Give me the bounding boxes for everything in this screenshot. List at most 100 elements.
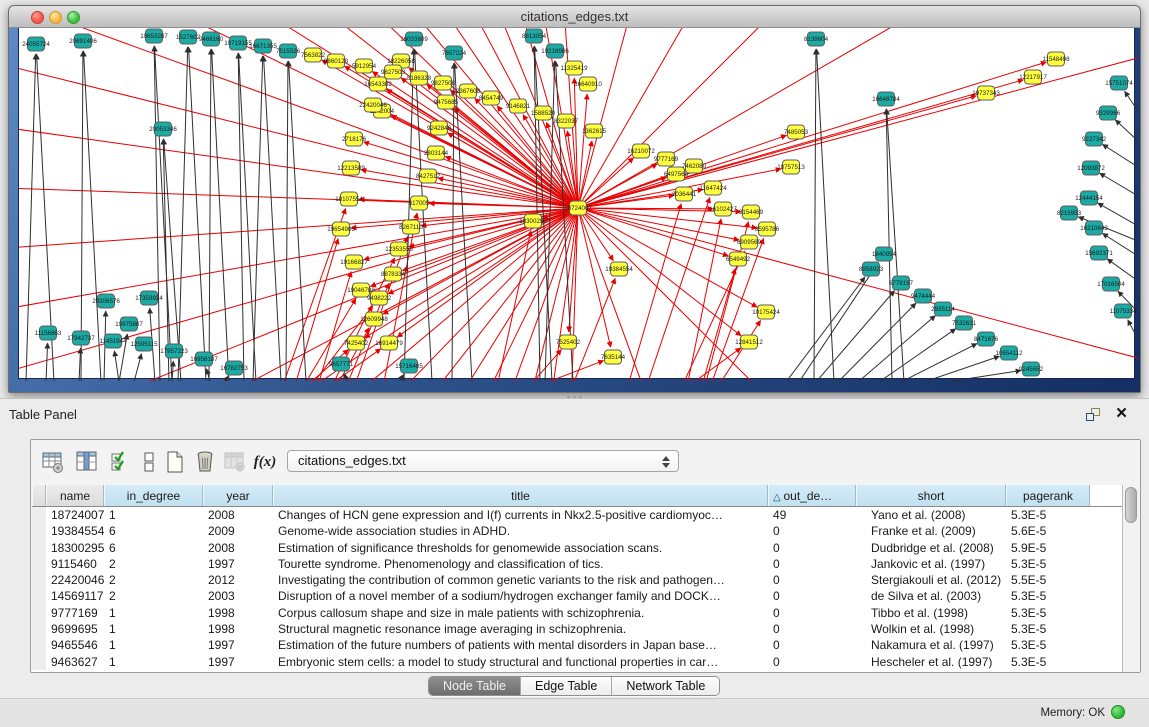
edge[interactable] xyxy=(946,371,1021,381)
selected-edge[interactable] xyxy=(19,163,578,208)
selected-edge[interactable] xyxy=(578,208,611,347)
graph-node-label: 11156863 xyxy=(35,330,62,337)
selected-edge[interactable] xyxy=(578,62,1046,208)
column-header-title[interactable]: title xyxy=(273,485,768,506)
edge[interactable] xyxy=(224,376,228,381)
edge[interactable] xyxy=(858,316,935,381)
graph-node-label: 6779197 xyxy=(889,280,914,287)
column-header-out_de[interactable]: △ out_de… xyxy=(768,485,856,506)
selected-edge[interactable] xyxy=(364,142,578,208)
scrollbar-thumb[interactable] xyxy=(1125,487,1137,523)
delete-attribute-button[interactable] xyxy=(191,448,219,476)
edge[interactable] xyxy=(172,361,173,381)
edge[interactable] xyxy=(344,373,347,381)
float-panel-icon[interactable] xyxy=(1086,408,1102,422)
cell-year: 2012 xyxy=(203,572,273,588)
column-header-pagerank[interactable]: pagerank xyxy=(1006,485,1090,506)
graph-node-label: 18226058 xyxy=(387,58,415,65)
selected-edge[interactable] xyxy=(578,208,741,336)
edge[interactable] xyxy=(404,49,414,381)
cell-title: Estimation of significance thresholds fo… xyxy=(273,540,768,556)
graph-node-label: 1527602 xyxy=(176,34,201,41)
window-titlebar[interactable]: citations_edges.txt xyxy=(9,6,1140,28)
cell-year: 2008 xyxy=(203,540,273,556)
edge[interactable] xyxy=(264,56,281,381)
row-options-button[interactable] xyxy=(135,448,163,476)
graph-node-label: 16033809 xyxy=(400,36,428,43)
edge[interactable] xyxy=(1100,173,1138,196)
column-header-in_degree[interactable]: in_degree xyxy=(104,485,203,506)
edge[interactable] xyxy=(209,49,211,381)
selected-edge[interactable] xyxy=(721,320,761,381)
table-row[interactable]: 911546021997Tourette syndrome. Phenomeno… xyxy=(32,556,1122,572)
table-row[interactable]: 1938455462009Genome-wide association stu… xyxy=(32,523,1122,539)
table-settings-button[interactable] xyxy=(39,448,67,476)
edge[interactable] xyxy=(1115,120,1138,141)
edge[interactable] xyxy=(799,262,878,381)
delete-table-button-disabled xyxy=(221,448,249,476)
edge[interactable] xyxy=(212,49,229,381)
node-table[interactable]: namein_degreeyeartitle△ out_de…shortpage… xyxy=(32,485,1122,672)
close-panel-icon[interactable]: × xyxy=(1116,401,1127,427)
edge[interactable] xyxy=(79,348,81,381)
column-header-year[interactable]: year xyxy=(203,485,273,506)
edge[interactable] xyxy=(1098,203,1138,226)
edge[interactable] xyxy=(114,351,119,381)
selected-edge[interactable] xyxy=(356,236,408,381)
edge[interactable] xyxy=(253,56,263,381)
tab-edge-table[interactable]: Edge Table xyxy=(521,677,612,695)
edge[interactable] xyxy=(286,61,288,381)
edge[interactable] xyxy=(289,61,306,381)
selected-edge[interactable] xyxy=(574,278,615,381)
cell-pagerank: 5.3E-5 xyxy=(1006,556,1090,572)
selected-edge[interactable] xyxy=(578,164,657,208)
edge[interactable] xyxy=(814,49,816,381)
selected-edge[interactable] xyxy=(578,208,1138,381)
tab-node-table[interactable]: Node Table xyxy=(429,677,521,695)
table-row[interactable]: 1872400712008Changes of HCN gene express… xyxy=(32,507,1122,523)
selected-edge[interactable] xyxy=(578,208,1138,381)
edge[interactable] xyxy=(178,47,188,381)
edge[interactable] xyxy=(924,356,1000,381)
show-columns-button[interactable] xyxy=(73,448,101,476)
selected-edge[interactable] xyxy=(629,204,681,381)
edge[interactable] xyxy=(189,47,206,381)
selected-edge[interactable] xyxy=(533,350,561,381)
selected-edge[interactable] xyxy=(648,197,710,381)
edge[interactable] xyxy=(1125,91,1138,111)
table-select-dropdown[interactable]: citations_edges.txt xyxy=(287,450,679,472)
network-canvas: 2405572420691406106532871527602946616010… xyxy=(19,28,1138,381)
edge[interactable] xyxy=(399,374,404,381)
table-row[interactable]: 946362711997Embryonic stem cells: a mode… xyxy=(32,654,1122,670)
edge[interactable] xyxy=(134,354,141,381)
new-table-button[interactable] xyxy=(161,448,189,476)
selected-edge[interactable] xyxy=(578,208,1023,381)
table-row[interactable]: 1830029562008Estimation of significance … xyxy=(32,540,1122,556)
selected-edge[interactable] xyxy=(688,219,721,381)
table-row[interactable]: 2242004622012Investigating the contribut… xyxy=(32,572,1122,588)
tab-network-table[interactable]: Network Table xyxy=(612,677,719,695)
table-row[interactable]: 1456911722003Disruption of a novel membe… xyxy=(32,588,1122,604)
table-row[interactable]: 946554611997Estimation of the future num… xyxy=(32,637,1122,653)
table-row[interactable]: 977716911998Corpus callosum shape and si… xyxy=(32,605,1122,621)
edge[interactable] xyxy=(1102,144,1138,167)
cell-title: Changes of HCN gene expression and I(f) … xyxy=(273,507,768,523)
column-header-short[interactable]: short xyxy=(856,485,1006,506)
edge[interactable] xyxy=(901,344,977,381)
edge[interactable] xyxy=(46,343,48,381)
network-view[interactable]: 2405572420691406106532871527602946616010… xyxy=(18,28,1135,379)
cell-out_de: 0 xyxy=(768,588,856,604)
window-title: citations_edges.txt xyxy=(9,9,1140,24)
table-row[interactable]: 969969511998Structural magnetic resonanc… xyxy=(32,621,1122,637)
selected-edge[interactable] xyxy=(578,28,914,208)
edge[interactable] xyxy=(786,277,865,381)
edge[interactable] xyxy=(1128,320,1138,339)
memory-ok-indicator[interactable] xyxy=(1111,705,1125,719)
table-scrollbar[interactable] xyxy=(1122,485,1139,672)
edge[interactable] xyxy=(816,291,894,381)
column-header-name[interactable]: name xyxy=(46,485,104,506)
select-columns-button[interactable] xyxy=(107,448,135,476)
edge[interactable] xyxy=(817,49,834,381)
function-builder-button[interactable]: f(x) xyxy=(251,448,279,476)
selected-edge[interactable] xyxy=(578,208,728,256)
